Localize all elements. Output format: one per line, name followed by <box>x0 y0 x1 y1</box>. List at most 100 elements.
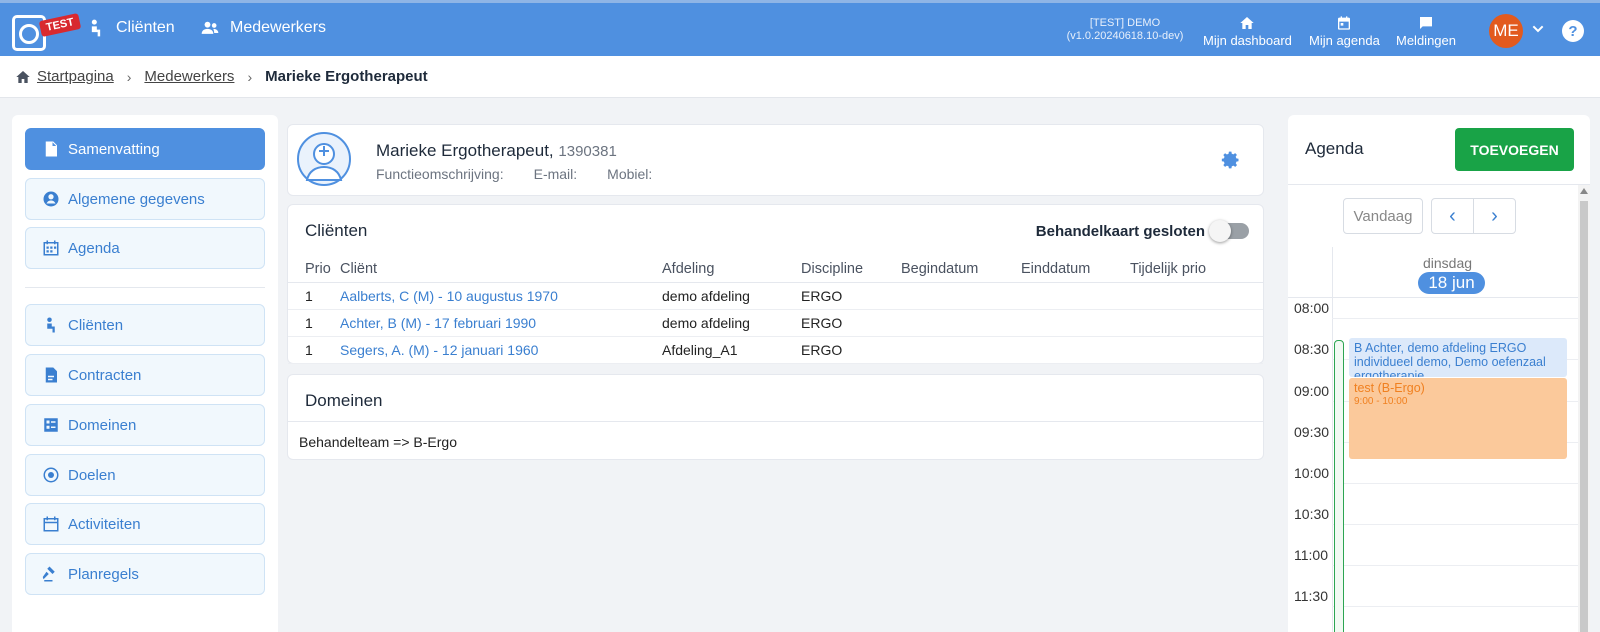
nav-employees[interactable]: Medewerkers <box>200 18 326 38</box>
chevron-left-icon: ‹ <box>1449 204 1456 227</box>
cell-client-link[interactable]: Aalberts, C (M) - 10 augustus 1970 <box>340 282 662 310</box>
sidebar-item-label: Agenda <box>68 239 120 257</box>
cell-prio: 1 <box>288 309 340 337</box>
col-discipline[interactable]: Discipline <box>801 257 901 283</box>
calendar-event[interactable]: B Achter, demo afdeling ERGO individueel… <box>1349 338 1567 377</box>
cell-end-date <box>1021 336 1130 364</box>
time-label: 11:30 <box>1294 588 1328 604</box>
chevron-right-icon: › <box>1491 204 1498 227</box>
doctor-avatar-icon <box>297 132 351 186</box>
app-logo[interactable]: TEST <box>12 11 82 51</box>
breadcrumb-separator-icon: › <box>126 68 132 85</box>
day-date[interactable]: 18 jun <box>1418 272 1485 294</box>
col-department[interactable]: Afdeling <box>662 257 801 283</box>
sidebar-item-contracts[interactable]: Contracten <box>25 354 265 396</box>
nav-clients[interactable]: Cliënten <box>86 18 175 38</box>
nav-notifications-label: Meldingen <box>1396 33 1456 48</box>
cell-start-date <box>901 336 1021 364</box>
clients-title: Cliënten <box>305 221 368 240</box>
mobile-label: Mobiel: <box>607 166 653 182</box>
version-info: [TEST] DEMO (v1.0.20240618.10-dev) <box>1060 17 1190 43</box>
checklist-icon <box>44 418 58 432</box>
cell-temp-prio <box>1130 336 1263 364</box>
breadcrumb-employees[interactable]: Medewerkers <box>144 68 234 85</box>
agenda-scrollbar[interactable] <box>1578 185 1590 632</box>
nav-employees-label: Medewerkers <box>230 19 327 36</box>
calendar-icon <box>1338 16 1351 30</box>
agenda-title: Agenda <box>1305 139 1364 158</box>
cell-start-date <box>901 309 1021 337</box>
table-row[interactable]: 1 Achter, B (M) - 17 februari 1990 demo … <box>288 309 1263 337</box>
cell-end-date <box>1021 282 1130 310</box>
closed-treatment-label: Behandelkaart gesloten <box>1035 223 1205 240</box>
cell-end-date <box>1021 309 1130 337</box>
table-row[interactable]: 1 Aalberts, C (M) - 10 augustus 1970 dem… <box>288 282 1263 310</box>
sidebar-item-label: Planregels <box>68 565 139 583</box>
clients-card: Cliënten Behandelkaart gesloten Prio Cli… <box>287 204 1264 364</box>
help-button[interactable]: ? <box>1562 20 1584 42</box>
time-label: 11:00 <box>1294 547 1328 563</box>
add-appointment-button[interactable]: TOEVOEGEN <box>1455 128 1574 171</box>
table-header-row: Prio Cliënt Afdeling Discipline Begindat… <box>288 257 1263 283</box>
calendar-event[interactable]: test (B-Ergo) 9:00 - 10:00 <box>1349 378 1567 459</box>
scrollbar-thumb[interactable] <box>1580 201 1588 632</box>
col-client[interactable]: Cliënt <box>340 257 662 283</box>
breadcrumb-current: Marieke Ergotherapeut <box>265 68 428 85</box>
clock-icon <box>19 24 39 44</box>
time-line <box>1332 524 1578 525</box>
agenda-panel: Agenda TOEVOEGEN Vandaag ‹ › dinsdag 18 … <box>1288 115 1590 632</box>
nav-notifications[interactable]: Meldingen <box>1396 15 1456 48</box>
cell-client-link[interactable]: Segers, A. (M) - 12 januari 1960 <box>340 336 662 364</box>
cell-prio: 1 <box>288 282 340 310</box>
scroll-up-icon[interactable] <box>1580 188 1588 194</box>
time-label: 09:00 <box>1294 383 1330 399</box>
sidebar-item-agenda[interactable]: Agenda <box>25 227 265 269</box>
sidebar-item-clients[interactable]: Cliënten <box>25 304 265 346</box>
sidebar-divider <box>25 287 265 288</box>
breadcrumb: Startpagina › Medewerkers › Marieke Ergo… <box>0 56 1600 98</box>
sidebar-item-domains[interactable]: Domeinen <box>25 404 265 446</box>
version-number: (v1.0.20240618.10-dev) <box>1066 30 1184 42</box>
col-prio[interactable]: Prio <box>288 257 340 283</box>
time-label: 10:30 <box>1294 506 1330 522</box>
sidebar-item-goals[interactable]: Doelen <box>25 454 265 496</box>
day-name: dinsdag <box>1423 255 1473 271</box>
sidebar-item-label: Cliënten <box>68 316 124 334</box>
nav-my-agenda[interactable]: Mijn agenda <box>1309 15 1380 48</box>
home-icon[interactable] <box>15 69 31 85</box>
cell-client-link[interactable]: Achter, B (M) - 17 februari 1990 <box>340 309 662 337</box>
email-label: E-mail: <box>533 166 578 182</box>
gear-icon[interactable] <box>1221 150 1241 170</box>
target-icon <box>43 467 59 483</box>
client-icon <box>47 317 55 333</box>
time-gutter <box>1332 247 1333 632</box>
contract-icon <box>45 367 57 383</box>
closed-treatment-toggle[interactable] <box>1209 220 1249 242</box>
time-line <box>1332 483 1578 484</box>
today-button[interactable]: Vandaag <box>1343 198 1423 234</box>
sidebar-item-plan-rules[interactable]: Planregels <box>25 553 265 595</box>
nav-my-dashboard[interactable]: Mijn dashboard <box>1203 15 1292 48</box>
col-start-date[interactable]: Begindatum <box>901 257 1021 283</box>
sidebar-item-summary[interactable]: Samenvatting <box>25 128 265 170</box>
chevron-down-icon[interactable] <box>1530 21 1546 37</box>
user-avatar[interactable]: ME <box>1489 14 1523 48</box>
time-label: 10:00 <box>1294 465 1330 481</box>
nav-clients-label: Cliënten <box>116 19 175 36</box>
cell-department: Afdeling_A1 <box>662 336 801 364</box>
calendar-outline-icon <box>43 516 59 532</box>
breadcrumb-home[interactable]: Startpagina <box>37 68 114 85</box>
cell-prio: 1 <box>288 336 340 364</box>
clients-table: Prio Cliënt Afdeling Discipline Begindat… <box>288 257 1263 364</box>
next-day-button[interactable]: › <box>1473 198 1516 234</box>
time-label: 08:30 <box>1294 341 1330 357</box>
employee-name: Marieke Ergotherapeut, <box>376 141 554 160</box>
prev-day-button[interactable]: ‹ <box>1431 198 1474 234</box>
chat-icon <box>1420 17 1432 29</box>
table-row[interactable]: 1 Segers, A. (M) - 12 januari 1960 Afdel… <box>288 336 1263 364</box>
col-temp-prio[interactable]: Tijdelijk prio <box>1130 257 1263 283</box>
col-end-date[interactable]: Einddatum <box>1021 257 1130 283</box>
sidebar-item-general-info[interactable]: Algemene gegevens <box>25 178 265 220</box>
sidebar-item-activities[interactable]: Activiteiten <box>25 503 265 545</box>
calendar-icon <box>43 240 59 256</box>
